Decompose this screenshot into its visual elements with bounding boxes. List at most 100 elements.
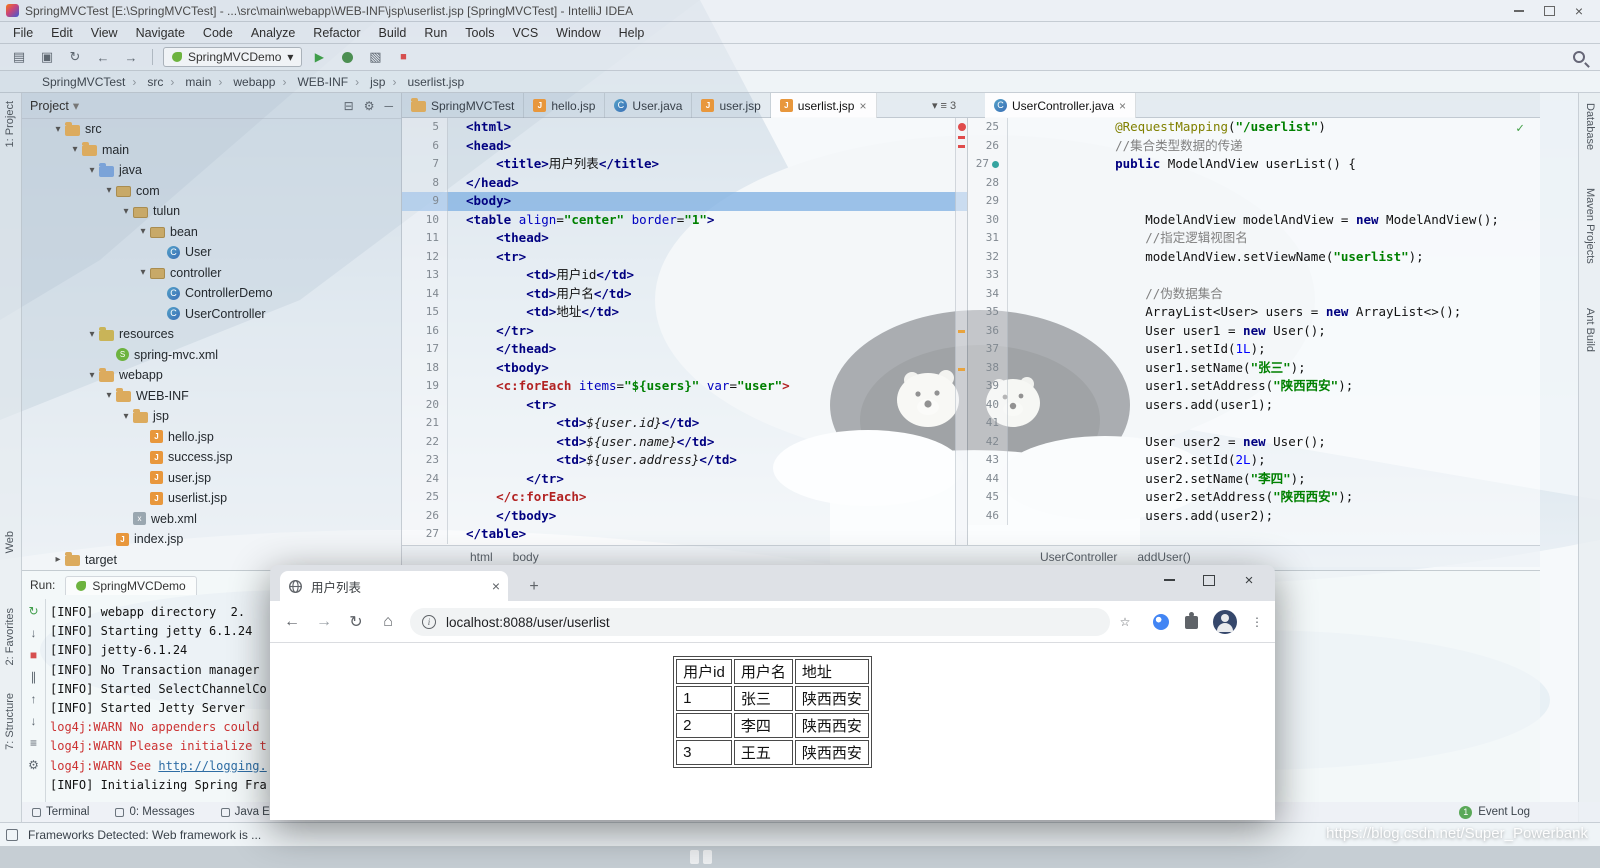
tree-item[interactable]: bean <box>22 222 401 243</box>
extensions-puzzle-icon[interactable] <box>1177 608 1205 636</box>
tree-chevron-icon[interactable] <box>102 185 116 196</box>
sync-icon[interactable]: ↻ <box>64 47 86 67</box>
tool-button-messages[interactable]: 0: Messages <box>115 806 194 818</box>
tree-chevron-icon[interactable] <box>102 390 116 401</box>
page-info-icon[interactable]: i <box>422 615 436 629</box>
breadcrumb[interactable]: webapp <box>231 75 295 89</box>
tree-chevron-icon[interactable] <box>119 206 133 217</box>
collapse-all-icon[interactable]: ⊟ <box>344 99 354 113</box>
tree-chevron-icon[interactable] <box>51 554 65 565</box>
maximize-button[interactable] <box>1189 565 1229 595</box>
run-tab[interactable]: SpringMVCDemo <box>65 576 196 595</box>
tool-button-favorites[interactable]: 2: Favorites <box>4 608 16 665</box>
search-everywhere-icon[interactable] <box>1568 47 1590 67</box>
down-stack-icon[interactable]: ↓ <box>26 713 42 729</box>
editor-userlist-jsp[interactable]: 5<html>6<head>7 <title>用户列表</title>8</he… <box>402 118 968 545</box>
close-button[interactable]: × <box>1564 1 1594 21</box>
breadcrumb[interactable]: main <box>183 75 231 89</box>
tree-item[interactable]: java <box>22 160 401 181</box>
tree-item[interactable]: WEB-INF <box>22 386 401 407</box>
menu-item[interactable]: Help <box>610 22 654 44</box>
tree-item[interactable]: jsp <box>22 406 401 427</box>
breadcrumb[interactable]: src <box>145 75 183 89</box>
menu-item[interactable]: Window <box>547 22 609 44</box>
tree-chevron-icon[interactable] <box>85 165 99 176</box>
tab-close-icon[interactable]: × <box>492 578 500 594</box>
tree-item[interactable]: spring-mvc.xml <box>22 345 401 366</box>
breadcrumb[interactable]: userlist.jsp <box>405 75 466 89</box>
menu-item[interactable]: View <box>82 22 127 44</box>
tree-item[interactable]: index.jsp <box>22 529 401 550</box>
tool-button-java[interactable]: Java En <box>221 806 277 818</box>
soft-wrap-icon[interactable]: ≡ <box>26 735 42 751</box>
minimize-button[interactable] <box>1149 565 1189 595</box>
close-button[interactable]: × <box>1229 565 1269 595</box>
menu-item[interactable]: Analyze <box>242 22 304 44</box>
breadcrumb[interactable]: WEB-INF <box>295 75 368 89</box>
tool-button-web[interactable]: Web <box>4 531 16 553</box>
tree-item[interactable]: user.jsp <box>22 468 401 489</box>
coverage-button[interactable]: ▧ <box>364 47 386 67</box>
breadcrumb[interactable]: SpringMVCTest <box>40 75 145 89</box>
editor-tab[interactable]: SpringMVCTest <box>402 93 524 118</box>
browser-tab[interactable]: 用户列表 × <box>280 571 508 601</box>
tree-item[interactable]: src <box>22 119 401 140</box>
up-stack-icon[interactable]: ↑ <box>26 691 42 707</box>
breadcrumb[interactable]: jsp <box>368 75 405 89</box>
status-message[interactable]: Frameworks Detected: Web framework is ..… <box>28 828 261 842</box>
tree-item[interactable]: success.jsp <box>22 447 401 468</box>
breadcrumb[interactable]: addUser() <box>1137 550 1190 564</box>
toolwindow-toggle-icon[interactable] <box>6 829 18 841</box>
save-all-icon[interactable]: ▣ <box>36 47 58 67</box>
tree-chevron-icon[interactable] <box>68 144 82 155</box>
menu-item[interactable]: VCS <box>503 22 547 44</box>
tree-item[interactable]: User <box>22 242 401 263</box>
forward-button[interactable]: → <box>310 608 338 636</box>
error-stripe-scrollbar[interactable] <box>955 118 967 545</box>
editor-tab[interactable]: UserController.java <box>985 93 1136 118</box>
back-button[interactable]: ← <box>278 608 306 636</box>
tool-button-project[interactable]: 1: Project <box>4 101 16 147</box>
menu-item[interactable]: File <box>4 22 42 44</box>
menu-dots-icon[interactable]: ⋮ <box>1243 608 1271 636</box>
tree-item[interactable]: tulun <box>22 201 401 222</box>
menu-item[interactable]: Build <box>370 22 416 44</box>
maximize-button[interactable] <box>1534 1 1564 21</box>
pause-icon[interactable]: ∥ <box>26 669 42 685</box>
tree-chevron-icon[interactable] <box>119 411 133 422</box>
rerun-icon[interactable]: ↻ <box>26 603 42 619</box>
run-button[interactable]: ▶ <box>308 47 330 67</box>
editor-tab[interactable]: userlist.jsp <box>771 93 877 118</box>
home-button[interactable]: ⌂ <box>374 608 402 636</box>
tool-button-structure[interactable]: 7: Structure <box>4 693 16 750</box>
tree-item[interactable]: web.xml <box>22 509 401 530</box>
menu-item[interactable]: Edit <box>42 22 82 44</box>
forward-icon[interactable]: → <box>120 47 142 67</box>
scroll-down-icon[interactable]: ↓ <box>26 625 42 641</box>
menu-item[interactable]: Tools <box>456 22 503 44</box>
menu-item[interactable]: Navigate <box>127 22 194 44</box>
breadcrumb[interactable]: UserController <box>1040 550 1117 564</box>
bookmark-star-icon[interactable]: ☆ <box>1111 608 1139 636</box>
tree-chevron-icon[interactable] <box>85 329 99 340</box>
editor-tab[interactable]: user.jsp <box>692 93 770 118</box>
breadcrumb[interactable]: html <box>470 550 493 564</box>
menu-item[interactable]: Code <box>194 22 242 44</box>
tree-item[interactable]: userlist.jsp <box>22 488 401 509</box>
tool-button-ant[interactable]: Ant Build <box>1584 308 1596 352</box>
project-panel-title[interactable]: Project <box>30 99 69 113</box>
stop-button[interactable]: ■ <box>392 47 414 67</box>
url-text[interactable]: localhost:8088/user/userlist <box>446 615 610 630</box>
minimize-button[interactable] <box>1504 1 1534 21</box>
tab-close-icon[interactable] <box>1119 99 1126 113</box>
tree-chevron-icon[interactable] <box>136 267 150 278</box>
editor-tab[interactable]: hello.jsp <box>524 93 605 118</box>
tree-chevron-icon[interactable] <box>51 124 65 135</box>
tree-item[interactable]: com <box>22 181 401 202</box>
address-bar[interactable]: i localhost:8088/user/userlist <box>410 608 1110 636</box>
stop-icon[interactable]: ■ <box>26 647 42 663</box>
extension-icon[interactable] <box>1147 608 1175 636</box>
editor-usercontroller-java[interactable]: ✓ 25 @RequestMapping("/userlist")26 //集合… <box>968 118 1540 545</box>
debug-button[interactable] <box>336 47 358 67</box>
tool-button-terminal[interactable]: Terminal <box>32 806 89 818</box>
